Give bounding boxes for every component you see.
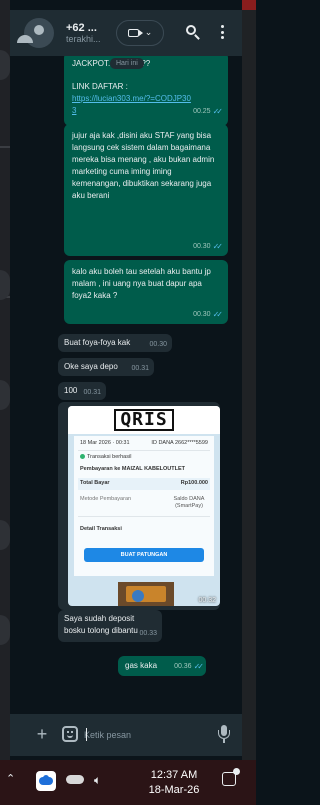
read-ticks-icon: ✓✓ — [212, 107, 224, 116]
receipt-date: 18 Mar 2026 · 00:31 — [80, 440, 130, 446]
date-chip: Hari ini — [110, 58, 144, 69]
message-time: 00.30 — [149, 341, 167, 348]
app-icon[interactable] — [36, 771, 56, 791]
message-text: JACKPOT... ...MAU?? — [72, 59, 150, 68]
chevron-down-icon: ⌄ — [144, 28, 153, 38]
message-text: gas kaka — [125, 661, 158, 670]
caret-up-icon[interactable]: ⌃ — [6, 772, 24, 790]
menu-icon[interactable] — [216, 23, 228, 41]
receipt-header-row: 18 Mar 2026 · 00:31 ID DANA 2662****5599 — [80, 440, 208, 447]
receipt-image[interactable]: QRIS 18 Mar 2026 · 00:31 ID DANA 2662***… — [68, 406, 220, 606]
mic-icon[interactable] — [218, 725, 230, 745]
receipt-patungan-button: BUAT PATUNGAN — [84, 548, 204, 562]
video-call-button[interactable]: ⌄ — [116, 20, 164, 46]
message-meta: 00.30 ✓✓ — [193, 309, 224, 321]
background-pill — [0, 520, 10, 550]
background-pill — [0, 50, 10, 80]
message-outgoing[interactable]: jujur aja kak ,disini aku STAF yang bisa… — [64, 124, 228, 256]
video-camera-icon — [127, 29, 143, 37]
message-text: 100 — [64, 386, 78, 395]
taskbar-clock[interactable]: 12:37 AM 18-Mar-26 — [132, 768, 216, 798]
receipt-merchant: Pembayaran ke MAIZAL KABELOUTLET — [80, 466, 186, 472]
onedrive-icon[interactable] — [66, 775, 84, 784]
message-outgoing[interactable]: gas kaka 00.36 ✓✓ — [118, 656, 206, 676]
message-text: Oke saya depo — [64, 362, 118, 371]
sticker-icon[interactable] — [62, 726, 78, 742]
speaker-icon[interactable]: 🔈︎ — [94, 773, 114, 787]
text-caret — [86, 728, 87, 741]
receipt-thumbnail — [118, 582, 174, 606]
qris-banner: QRIS — [68, 406, 220, 434]
message-text: Buat foya-foya kak — [64, 338, 131, 347]
notification-icon[interactable] — [222, 768, 240, 786]
message-incoming[interactable]: Saya sudah deposit bosku tolong dibantu … — [58, 610, 162, 642]
receipt-details-row: Detail Transaksi — [80, 526, 208, 533]
receipt-total-value: Rp100.000 — [180, 480, 208, 486]
receipt-method-label: Metode Pembayaran — [80, 496, 132, 502]
receipt-paper: 18 Mar 2026 · 00:31 ID DANA 2662****5599… — [74, 436, 214, 576]
receipt-method-row: Metode Pembayaran Saldo DANA (SmartPay) — [80, 496, 208, 510]
message-time: 00.33 — [139, 630, 157, 637]
avatar[interactable] — [10, 18, 54, 48]
message-time: 00.25 — [193, 108, 211, 115]
message-meta: 00.36 ✓✓ — [174, 661, 205, 673]
receipt-merchant-row: Pembayaran ke MAIZAL KABELOUTLET — [80, 466, 208, 473]
chat-header: +62 ... terakhi... ⌄ — [10, 10, 242, 56]
message-list[interactable]: JACKPOT... ...MAU?? LINK DAFTAR : https:… — [10, 56, 242, 714]
message-time: 00.31 — [83, 389, 101, 396]
background-divider — [0, 146, 10, 148]
message-incoming[interactable]: Buat foya-foya kak 00.30 — [58, 334, 172, 352]
message-text: Saya sudah deposit bosku tolong dibantu — [64, 614, 138, 635]
background-titlebar — [242, 0, 256, 10]
message-time: 00.32 — [198, 597, 216, 604]
message-text: jujur aja kak ,disini aku STAF yang bisa… — [72, 131, 215, 200]
receipt-total-label: Total Bayar — [80, 480, 110, 486]
taskbar: ⌃ 🔈︎ 12:37 AM 18-Mar-26 — [0, 760, 256, 805]
receipt-details-label: Detail Transaksi — [80, 526, 122, 532]
plus-icon[interactable]: + — [34, 722, 50, 746]
background-window-edge — [0, 0, 10, 760]
message-text: kalo aku boleh tau setelah aku bantu jp … — [72, 267, 211, 300]
message-text: LINK DAFTAR : — [72, 82, 128, 91]
search-icon[interactable] — [184, 23, 202, 41]
success-icon — [80, 454, 85, 460]
read-ticks-icon: ✓✓ — [193, 662, 205, 671]
read-ticks-icon: ✓✓ — [212, 242, 224, 251]
receipt-total-row: Total Bayar Rp100.000 — [80, 480, 208, 487]
receipt-status-row: Transaksi berhasil — [80, 454, 208, 461]
message-input[interactable] — [84, 724, 208, 746]
message-time: 00.30 — [193, 243, 211, 250]
message-time: 00.36 — [174, 663, 192, 670]
background-pill — [0, 615, 10, 645]
read-ticks-icon: ✓✓ — [212, 310, 224, 319]
clock-time: 12:37 AM — [150, 769, 198, 781]
clock-date: 18-Mar-26 — [148, 784, 200, 796]
message-meta: 00.30 ✓✓ — [193, 241, 224, 253]
qris-logo: QRIS — [114, 409, 174, 431]
screen: ➦ +62 ... terakhi... ⌄ JACKPOT... ...MAU… — [0, 0, 256, 805]
message-meta: 00.25 ✓✓ — [72, 106, 224, 118]
receipt-method-value: Saldo DANA (SmartPay) — [173, 496, 205, 509]
receipt-status: Transaksi berhasil — [87, 454, 132, 460]
background-window-edge-right — [242, 0, 256, 760]
message-incoming[interactable]: 100 00.31 — [58, 382, 106, 400]
composer: + — [10, 714, 242, 756]
message-outgoing[interactable]: kalo aku boleh tau setelah aku bantu jp … — [64, 260, 228, 324]
background-pill — [0, 380, 10, 410]
message-time: 00.30 — [193, 311, 211, 318]
message-outgoing[interactable]: JACKPOT... ...MAU?? LINK DAFTAR : https:… — [64, 56, 228, 126]
message-time: 00.31 — [131, 365, 149, 372]
receipt-id: ID DANA 2662****5599 — [151, 440, 208, 446]
message-incoming[interactable]: Oke saya depo 00.31 — [58, 358, 154, 376]
